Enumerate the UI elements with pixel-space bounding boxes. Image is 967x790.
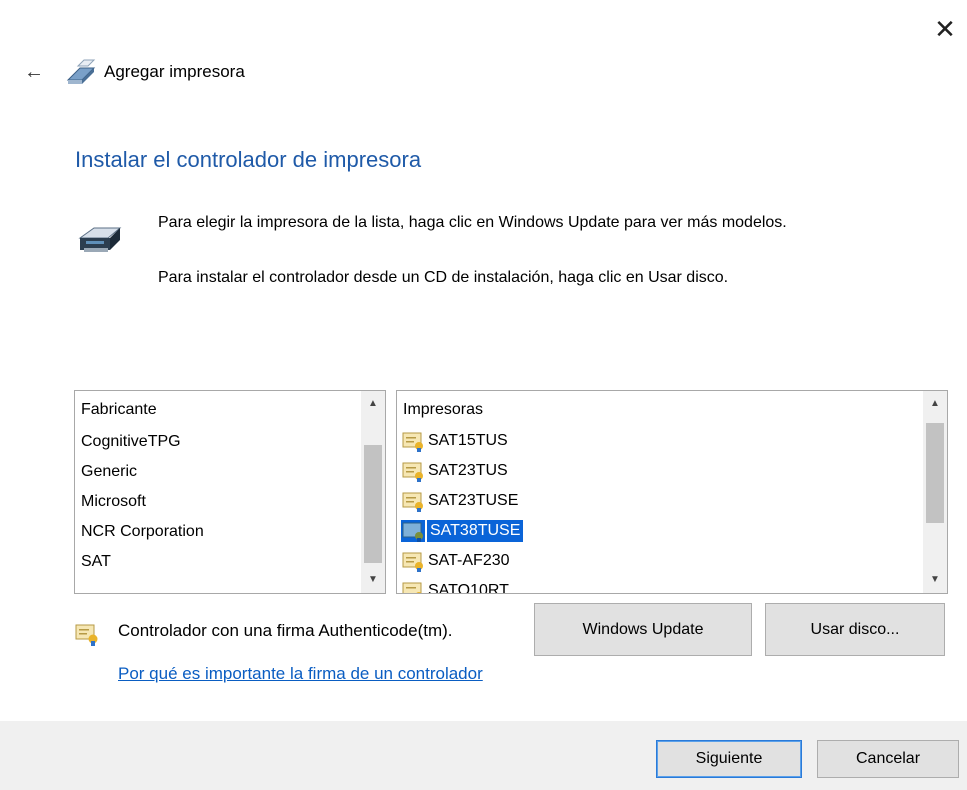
- manufacturer-item[interactable]: Microsoft: [81, 489, 146, 515]
- scroll-up-icon[interactable]: ▲: [361, 393, 385, 415]
- printer-item-label: SAT15TUS: [428, 432, 508, 449]
- driver-signing-link[interactable]: Por qué es importante la firma de un con…: [118, 664, 483, 684]
- certificate-icon: [402, 582, 422, 593]
- certificate-icon: [75, 624, 98, 646]
- printer-list-header: Impresoras: [403, 401, 484, 418]
- page-title: Instalar el controlador de impresora: [75, 147, 422, 172]
- instruction-windows-update: Para elegir la impresora de la lista, ha…: [158, 214, 787, 231]
- cancel-button[interactable]: Cancelar: [817, 740, 959, 778]
- next-button[interactable]: Siguiente: [656, 740, 802, 778]
- printer-scrollbar[interactable]: ▲ ▼: [923, 391, 947, 593]
- printer-item-label: SATO10RT: [428, 582, 509, 594]
- manufacturer-list-header: Fabricante: [81, 401, 157, 418]
- instruction-use-disk: Para instalar el controlador desde un CD…: [158, 269, 729, 286]
- certificate-icon: [402, 432, 423, 452]
- manufacturer-item[interactable]: Generic: [81, 459, 137, 485]
- wizard-title: Agregar impresora: [104, 62, 245, 81]
- printer-item-label: SAT23TUS: [428, 462, 508, 479]
- certificate-icon: [402, 552, 423, 572]
- printer-item[interactable]: SAT-AF230: [401, 547, 511, 575]
- printer-item[interactable]: SAT15TUS: [401, 427, 509, 455]
- printer-item[interactable]: SAT23TUS: [401, 457, 509, 485]
- scroll-down-icon[interactable]: ▼: [923, 569, 947, 591]
- use-disk-button[interactable]: Usar disco...: [765, 603, 945, 656]
- certificate-icon: [402, 462, 423, 482]
- scrollbar-thumb[interactable]: [364, 445, 382, 563]
- manufacturer-item[interactable]: CognitiveTPG: [81, 429, 181, 455]
- printer-item-label: SAT-AF230: [428, 552, 510, 569]
- scrollbar-thumb[interactable]: [926, 423, 944, 523]
- printer-item-label: SAT23TUSE: [428, 492, 519, 509]
- manufacturer-scrollbar[interactable]: ▲ ▼: [361, 391, 385, 593]
- windows-update-button[interactable]: Windows Update: [534, 603, 752, 656]
- scroll-up-icon[interactable]: ▲: [923, 393, 947, 415]
- certificate-icon: [402, 492, 423, 512]
- printer-item-label: SAT38TUSE: [427, 520, 524, 542]
- manufacturer-item-selected[interactable]: SAT: [81, 549, 111, 575]
- printer-item[interactable]: SAT23TUSE: [401, 487, 519, 515]
- signature-status-text: Controlador con una firma Authenticode(t…: [118, 621, 453, 640]
- manufacturer-list[interactable]: Fabricante CognitiveTPG Generic Microsof…: [74, 390, 386, 594]
- close-icon[interactable]: ✕: [930, 14, 960, 44]
- printer-list[interactable]: Impresoras SAT15TUS SAT23TUS SAT23TUSE S…: [396, 390, 948, 594]
- printer-item-partial[interactable]: SATO10RT: [401, 577, 510, 594]
- add-printer-icon: [66, 59, 96, 84]
- printer-item-selected[interactable]: SAT38TUSE: [401, 517, 524, 545]
- scroll-down-icon[interactable]: ▼: [361, 569, 385, 591]
- manufacturer-item[interactable]: NCR Corporation: [81, 519, 204, 545]
- printer-icon: [78, 227, 122, 252]
- back-arrow-icon[interactable]: ←: [20, 58, 48, 86]
- certificate-icon: [401, 520, 425, 542]
